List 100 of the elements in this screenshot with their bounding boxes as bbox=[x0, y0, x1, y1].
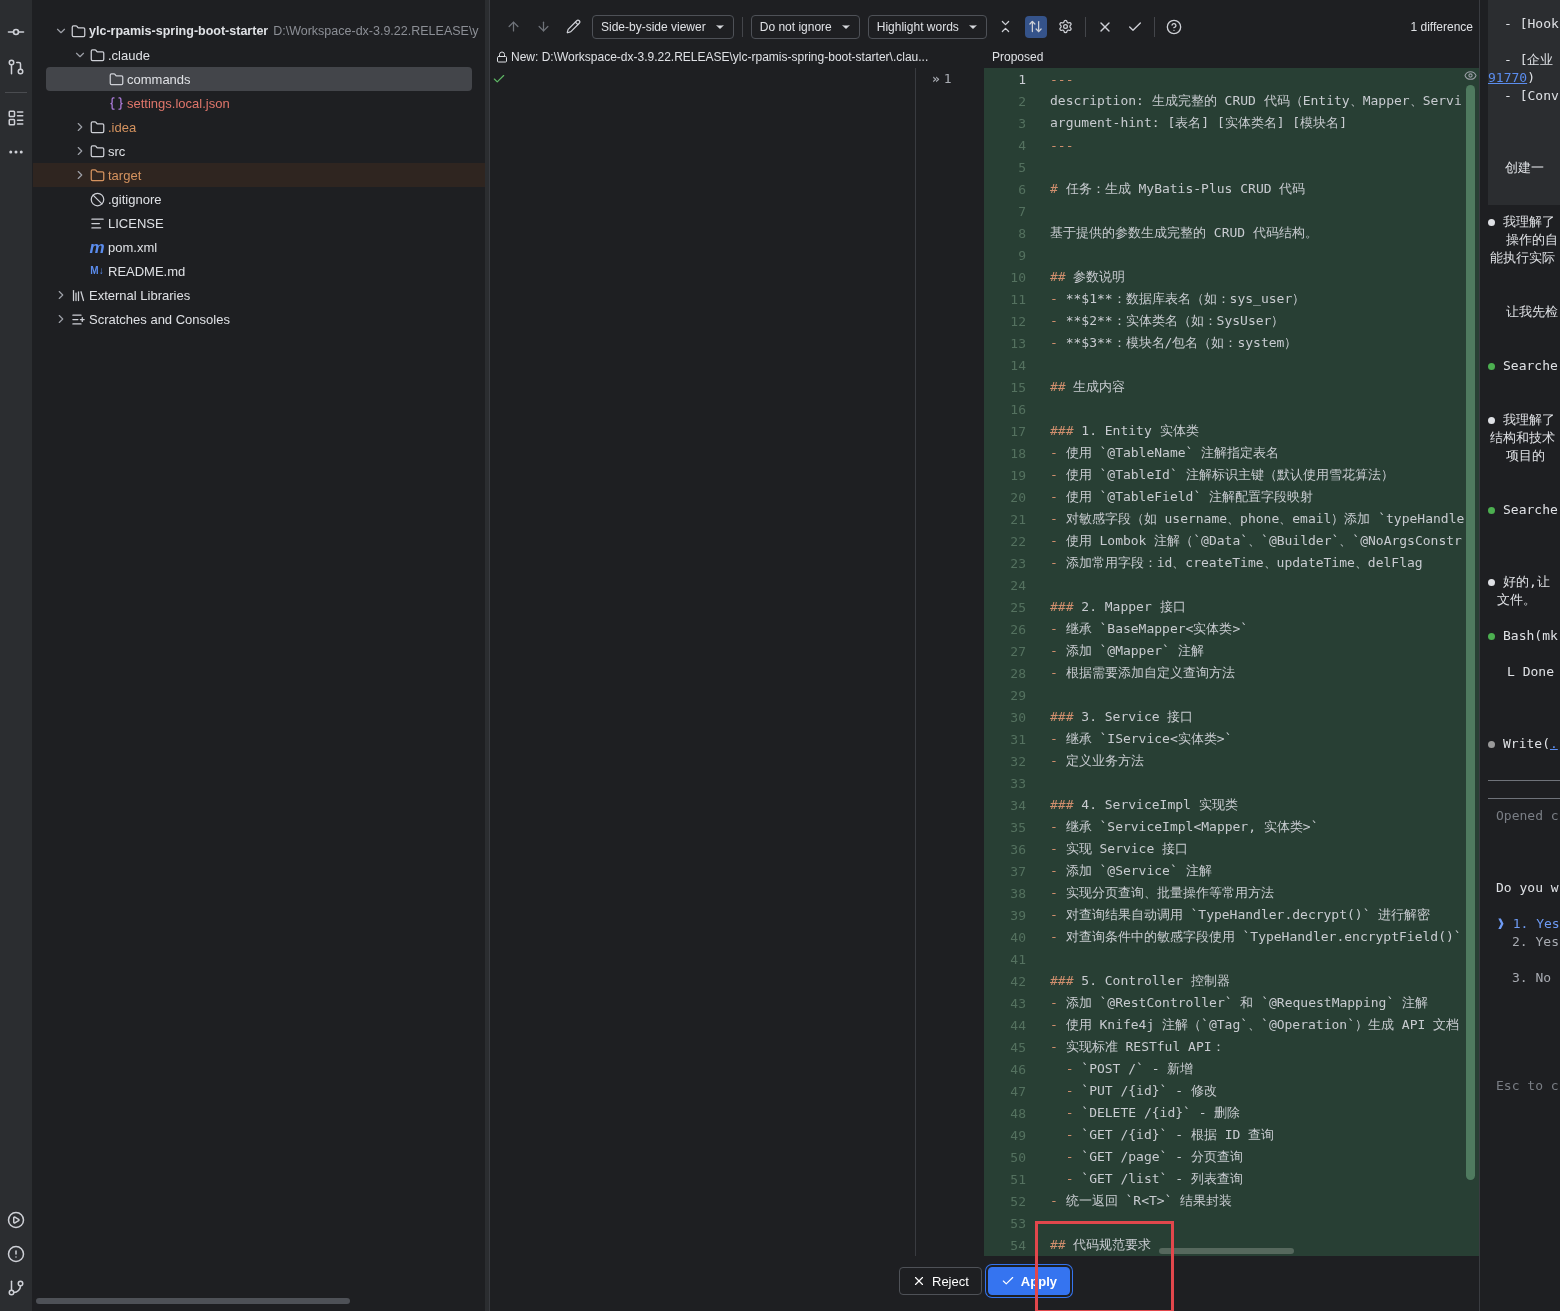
tree-label: pom.xml bbox=[108, 239, 158, 255]
project-path: D:\Workspace-dx-3.9.22.RELEASE\y bbox=[273, 24, 479, 38]
code-line: ### 5. Controller 控制器 bbox=[1050, 972, 1230, 990]
tree-row[interactable]: .claude bbox=[33, 43, 485, 67]
dropdown[interactable]: Side-by-side viewer bbox=[592, 14, 734, 39]
tree-label: src bbox=[108, 143, 126, 159]
terminal-line: 让我先检 bbox=[1506, 303, 1558, 321]
code-line: ### 4. ServiceImpl 实现类 bbox=[1050, 796, 1238, 814]
code-line: # 任务：生成 MyBatis-Plus CRUD 代码 bbox=[1050, 180, 1306, 198]
selected-tree-row[interactable]: commands bbox=[46, 67, 472, 91]
line-number: 1 bbox=[1017, 71, 1026, 87]
code-line: ## 代码规范要求 bbox=[1050, 1236, 1152, 1254]
scrollbar[interactable] bbox=[36, 1298, 350, 1304]
folder-icon bbox=[89, 119, 105, 135]
code-line: ## 参数说明 bbox=[1050, 268, 1126, 286]
tree-row[interactable]: ylc-rpamis-spring-boot-starter D:\Workspace-dx-3.9.22.RELEASE\y bbox=[33, 19, 485, 43]
menu-option[interactable]: 3. No bbox=[1512, 969, 1552, 987]
folder-icon bbox=[108, 71, 124, 87]
sync-scroll-toggle[interactable] bbox=[1024, 15, 1047, 38]
braces-icon bbox=[108, 95, 124, 111]
code-line: - `GET /list` - 列表查询 bbox=[1064, 1170, 1243, 1188]
terminal-line: Searche bbox=[1488, 357, 1558, 375]
code-line: - `DELETE /{id}` - 删除 bbox=[1064, 1104, 1241, 1122]
ban-icon bbox=[89, 191, 105, 207]
terminal-line: Write(. bbox=[1488, 735, 1558, 753]
difference-count: 1 difference bbox=[1410, 19, 1473, 34]
code-line: - 实现 Service 接口 bbox=[1050, 840, 1189, 858]
tree-row[interactable]: m pom.xml bbox=[33, 235, 485, 259]
tree-label: .idea bbox=[108, 119, 137, 135]
tree-row[interactable]: External Libraries bbox=[33, 283, 485, 307]
line-number: 1 bbox=[943, 71, 952, 88]
maven-icon: m bbox=[89, 238, 105, 256]
menu-option[interactable]: 2. Yes bbox=[1512, 933, 1559, 951]
file-path: New: D:\Workspace-dx-3.9.22.RELEASE\ylc-rpamis-spring-boot-starter\.clau... bbox=[511, 49, 929, 64]
tree-row[interactable]: .gitignore bbox=[33, 187, 485, 211]
terminal-line: 结构和技术 bbox=[1490, 429, 1555, 447]
terminal-line: Searche bbox=[1488, 501, 1558, 519]
structure-icon[interactable] bbox=[7, 109, 25, 127]
apply-change-icon[interactable]: » bbox=[932, 71, 940, 1256]
code-line: - **$2**：实体类名（如：SysUser） bbox=[1050, 312, 1285, 330]
code-line: - `GET /{id}` - 根据 ID 查询 bbox=[1064, 1126, 1275, 1144]
code-line: - 使用 Knife4j 注解（`@Tag`、`@Operation`）生成 API 文档 bbox=[1050, 1016, 1460, 1034]
scrollbar[interactable] bbox=[1159, 1248, 1294, 1254]
menu-option[interactable]: ❱ 1. Yes bbox=[1497, 915, 1560, 933]
check-icon bbox=[1000, 1274, 1015, 1288]
tree-row[interactable]: .idea bbox=[33, 115, 485, 139]
tree-label: target bbox=[108, 167, 142, 183]
code-line: - `PUT /{id}` - 修改 bbox=[1064, 1082, 1217, 1100]
code-line: - 继承 `ServiceImpl<Mapper, 实体类>` bbox=[1050, 818, 1319, 836]
code-line: - 对查询条件中的敏感字段使用 `TypeHandler.encryptField()` bbox=[1050, 928, 1462, 946]
scrollbar[interactable] bbox=[1466, 85, 1475, 1180]
terminal-line: 好的,让 bbox=[1488, 573, 1550, 591]
tree-row[interactable]: M↓ README.md bbox=[33, 259, 485, 283]
tree-label: Scratches and Consoles bbox=[89, 311, 230, 327]
terminal-line: 我理解了 bbox=[1488, 411, 1555, 429]
check-icon bbox=[492, 72, 506, 86]
code-line: - 对查询结果自动调用 `TypeHandler.decrypt()` 进行解密 bbox=[1050, 906, 1431, 924]
code-line: - 定义业务方法 bbox=[1050, 752, 1144, 770]
terminal-line: 能执行实际 bbox=[1490, 249, 1555, 267]
tree-label: .claude bbox=[108, 47, 150, 63]
terminal-line: 我理解了 bbox=[1488, 213, 1555, 231]
pane-title: Proposed bbox=[992, 49, 1045, 64]
code-line: - `GET /page` - 分页查询 bbox=[1064, 1148, 1243, 1166]
dropdown[interactable]: Do not ignore bbox=[750, 14, 860, 39]
tree-row[interactable]: src bbox=[33, 139, 485, 163]
code-line: --- bbox=[1050, 71, 1074, 87]
code-line: --- bbox=[1050, 137, 1074, 153]
code-line: - 对敏感字段（如 username、phone、email）添加 `typeHandle bbox=[1050, 510, 1465, 528]
folder-icon bbox=[89, 47, 105, 63]
code-line: - 使用 `@TableField` 注解配置字段映射 bbox=[1050, 488, 1314, 506]
code-line: ## 生成内容 bbox=[1050, 378, 1126, 396]
code-line: 基于提供的参数生成完整的 CRUD 代码结构。 bbox=[1050, 224, 1318, 242]
tree-row[interactable]: settings.local.json bbox=[33, 91, 485, 115]
terminal-line: 创建一 bbox=[1505, 159, 1544, 177]
tree-row[interactable]: target bbox=[33, 163, 485, 187]
git-branch-icon[interactable] bbox=[7, 1279, 25, 1297]
run-icon[interactable] bbox=[7, 1211, 25, 1229]
code-line: argument-hint: [表名] [实体类名] [模块名] bbox=[1050, 114, 1347, 132]
problems-icon[interactable] bbox=[7, 1245, 25, 1263]
code-line: - 继承 `IService<实体类>` bbox=[1050, 730, 1233, 748]
code-line: - 根据需要添加自定义查询方法 bbox=[1050, 664, 1235, 682]
code-line: - 添加 `@Mapper` 注解 bbox=[1050, 642, 1204, 660]
code-line: - **$3**：模块名/包名（如：system） bbox=[1050, 334, 1298, 352]
tree-row[interactable]: Scratches and Consoles bbox=[33, 307, 485, 331]
library-icon bbox=[70, 287, 86, 303]
terminal-line: L Done bbox=[1507, 663, 1554, 681]
terminal-line: 操作的自 bbox=[1506, 231, 1558, 249]
tree-row[interactable]: LICENSE bbox=[33, 211, 485, 235]
code-line: - 实现标准 RESTful API： bbox=[1050, 1038, 1225, 1056]
eye-icon[interactable] bbox=[1464, 69, 1477, 82]
markdown-icon: M↓ bbox=[90, 266, 104, 276]
tree-label: LICENSE bbox=[108, 215, 164, 231]
terminal-line: - [Hook bbox=[1504, 15, 1559, 33]
terminal-line: 项目的 bbox=[1506, 447, 1545, 465]
dropdown[interactable]: Highlight words bbox=[867, 14, 987, 39]
folder-icon bbox=[70, 23, 86, 39]
reject-button[interactable]: Reject bbox=[899, 1267, 982, 1295]
lines-icon bbox=[89, 215, 105, 231]
pull-request-icon[interactable] bbox=[7, 58, 25, 76]
code-line: ### 3. Service 接口 bbox=[1050, 708, 1194, 726]
